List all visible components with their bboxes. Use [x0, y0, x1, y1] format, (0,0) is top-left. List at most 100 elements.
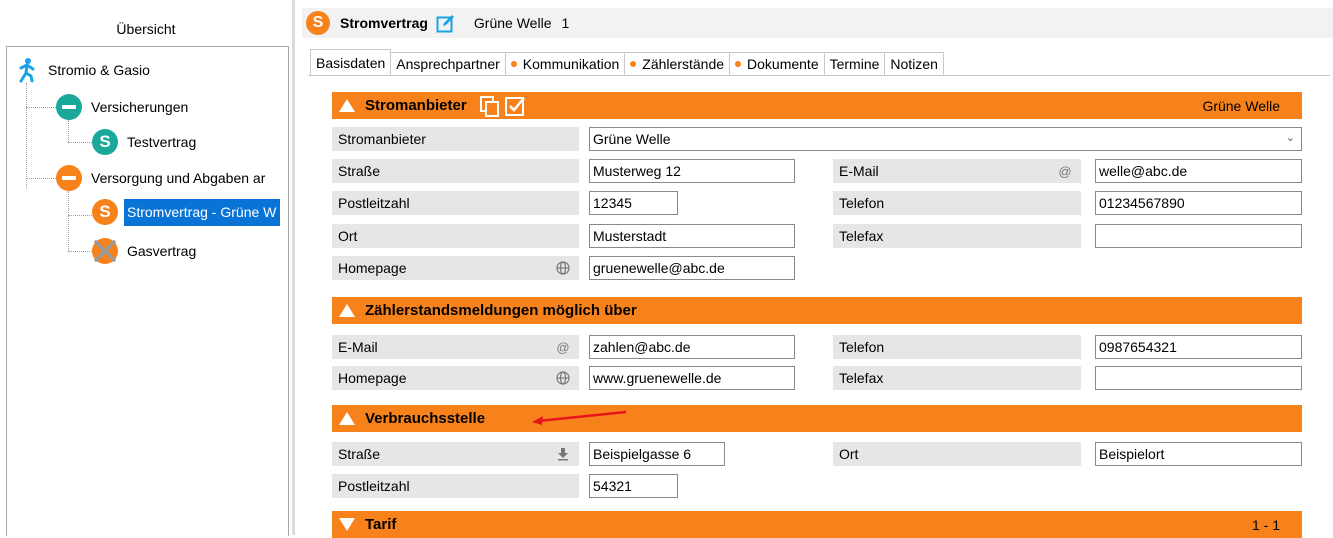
- globe-icon: [555, 370, 571, 386]
- label-homepage: Homepage: [332, 366, 579, 390]
- walking-person-icon: [14, 57, 40, 83]
- contract-subtitle: Grüne Welle: [473, 15, 552, 31]
- overview-title: Übersicht: [116, 21, 176, 37]
- tree-item-label: Gasvertrag: [127, 243, 197, 259]
- edit-icon[interactable]: [436, 13, 456, 33]
- section-header-tarif[interactable]: Tarif 1 - 1: [332, 511, 1302, 538]
- copy-icons: [479, 95, 526, 117]
- tab-termine[interactable]: Termine: [823, 52, 886, 75]
- section-title: Zählerstandsmeldungen möglich über: [365, 302, 637, 319]
- tab-label: Ansprechpartner: [396, 56, 500, 72]
- label-telefax: Telefax: [833, 366, 1081, 390]
- overview-panel: Übersicht Stromio & Gasio Versicherungen…: [0, 0, 292, 536]
- section-header-verbrauchsstelle[interactable]: Verbrauchsstelle: [332, 405, 1302, 432]
- panel-splitter[interactable]: [292, 0, 295, 535]
- zaehler-telefax-input[interactable]: [1095, 366, 1302, 390]
- tree-connector: [26, 178, 56, 179]
- tree-root[interactable]: Stromio & Gasio: [14, 57, 150, 83]
- verbrauch-ort-input[interactable]: Beispielort: [1095, 442, 1302, 466]
- tree-connector: [68, 251, 92, 252]
- tab-bar: Basisdaten Ansprechpartner Kommunikation…: [310, 49, 944, 75]
- tree-connector: [68, 120, 69, 142]
- zaehler-email-input[interactable]: zahlen@abc.de: [589, 335, 795, 359]
- tab-label: Dokumente: [747, 56, 819, 72]
- tree-connector: [26, 83, 27, 189]
- contract-header: S Stromvertrag Grüne Welle 1: [302, 8, 1333, 38]
- section-header-zaehlerstandsmeldungen[interactable]: Zählerstandsmeldungen möglich über: [332, 297, 1302, 324]
- download-arrow-icon[interactable]: [555, 446, 571, 462]
- indicator-dot-icon: [735, 61, 742, 67]
- label-homepage: Homepage: [332, 256, 579, 280]
- tab-notizen[interactable]: Notizen: [884, 52, 944, 75]
- label-stromanbieter: Stromanbieter: [332, 127, 579, 151]
- tree-item-testvertrag[interactable]: S Testvertrag: [92, 129, 196, 155]
- annotation-arrow-icon: [532, 410, 627, 425]
- tree-item-stromvertrag[interactable]: S Stromvertrag - Grüne W: [92, 198, 281, 226]
- section-right-label: Grüne Welle: [1202, 97, 1280, 114]
- s-badge-icon: S: [306, 11, 330, 35]
- ort-input[interactable]: Musterstadt: [589, 224, 795, 248]
- label-email: E-Mail @: [833, 159, 1081, 183]
- verbrauch-strasse-input[interactable]: Beispielgasse 6: [589, 442, 725, 466]
- section-title: Tarif: [365, 516, 397, 533]
- tree-group-versicherungen[interactable]: Versicherungen: [56, 94, 188, 120]
- label-ort: Ort: [833, 442, 1081, 466]
- label-postleitzahl: Postleitzahl: [332, 474, 579, 498]
- label-telefon: Telefon: [833, 191, 1081, 215]
- collapse-triangle-icon[interactable]: [339, 99, 355, 112]
- copy-icon[interactable]: [479, 95, 501, 117]
- indicator-dot-icon: [510, 61, 517, 67]
- tab-dokumente[interactable]: Dokumente: [729, 52, 825, 75]
- tab-label: Notizen: [890, 56, 938, 72]
- tab-kommunikation[interactable]: Kommunikation: [504, 52, 626, 75]
- checkbox-check-icon[interactable]: [504, 95, 526, 117]
- contract-title: Stromvertrag: [340, 15, 428, 31]
- label-strasse: Straße: [332, 159, 579, 183]
- tree-root-label: Stromio & Gasio: [48, 62, 150, 78]
- contract-tree[interactable]: Stromio & Gasio Versicherungen S Testver…: [6, 46, 289, 536]
- tree-group-versorgung[interactable]: Versorgung und Abgaben ar: [56, 165, 265, 191]
- strasse-input[interactable]: Musterweg 12: [589, 159, 795, 183]
- collapse-icon[interactable]: [56, 94, 82, 120]
- label-telefax: Telefax: [833, 224, 1081, 248]
- label-strasse: Straße: [332, 442, 579, 466]
- select-value: Grüne Welle: [593, 131, 671, 147]
- chevron-down-icon[interactable]: ⌄: [1286, 131, 1295, 144]
- s-badge-icon: S: [92, 129, 118, 155]
- tab-ansprechpartner[interactable]: Ansprechpartner: [390, 52, 506, 75]
- section-title: Stromanbieter: [365, 97, 467, 114]
- telefon-input[interactable]: 01234567890: [1095, 191, 1302, 215]
- tab-zaehlerstaende[interactable]: Zählerstände: [624, 52, 731, 75]
- zaehler-homepage-input[interactable]: www.gruenewelle.de: [589, 366, 795, 390]
- collapse-triangle-icon[interactable]: [339, 304, 355, 317]
- postleitzahl-input[interactable]: 12345: [589, 191, 678, 215]
- indicator-dot-icon: [630, 61, 637, 67]
- stromanbieter-select[interactable]: Grüne Welle ⌄: [589, 127, 1302, 151]
- collapse-triangle-icon[interactable]: [339, 412, 355, 425]
- tree-connector: [68, 215, 92, 216]
- tab-basisdaten[interactable]: Basisdaten: [310, 49, 392, 75]
- tree-connector: [68, 191, 69, 251]
- expand-triangle-icon[interactable]: [339, 518, 355, 531]
- cancelled-contract-icon: [92, 238, 118, 264]
- section-title: Verbrauchsstelle: [365, 410, 486, 427]
- telefax-input[interactable]: [1095, 224, 1302, 248]
- verbrauch-postleitzahl-input[interactable]: 54321: [589, 474, 678, 498]
- tree-connector: [26, 107, 56, 108]
- label-ort: Ort: [332, 224, 579, 248]
- homepage-input[interactable]: gruenewelle@abc.de: [589, 256, 795, 280]
- tree-group-label: Versorgung und Abgaben ar: [91, 170, 266, 186]
- contract-count: 1: [561, 15, 570, 31]
- collapse-icon[interactable]: [56, 165, 82, 191]
- globe-icon: [555, 260, 571, 276]
- label-postleitzahl: Postleitzahl: [332, 191, 579, 215]
- tab-label: Termine: [829, 56, 880, 72]
- tab-label: Kommunikation: [522, 56, 620, 72]
- tree-item-gasvertrag[interactable]: Gasvertrag: [92, 238, 196, 264]
- section-right-label: 1 - 1: [1251, 516, 1280, 533]
- label-email: E-Mail @: [332, 335, 579, 359]
- section-header-stromanbieter[interactable]: Stromanbieter Grüne Welle: [332, 92, 1302, 119]
- email-input[interactable]: welle@abc.de: [1095, 159, 1302, 183]
- zaehler-telefon-input[interactable]: 0987654321: [1095, 335, 1302, 359]
- tab-label: Basisdaten: [316, 54, 386, 71]
